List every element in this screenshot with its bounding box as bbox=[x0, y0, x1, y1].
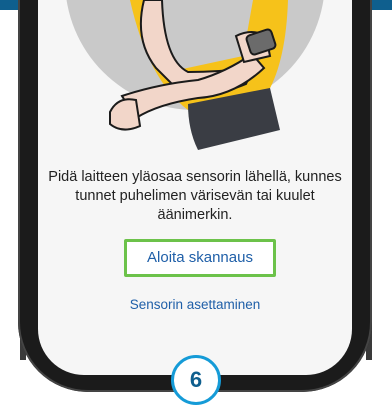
scan-instruction-text: Pidä laitteen yläosaa sensorin lähellä, … bbox=[48, 169, 342, 223]
sensor-setup-link[interactable]: Sensorin asettaminen bbox=[38, 297, 352, 312]
step-number-badge: 6 bbox=[171, 355, 221, 405]
phone-screen: Pidä laitteen yläosaa sensorin lähellä, … bbox=[38, 0, 352, 375]
person-scanning-sensor-illustration bbox=[66, 0, 324, 150]
start-scan-button[interactable]: Aloita skannaus bbox=[124, 239, 276, 277]
